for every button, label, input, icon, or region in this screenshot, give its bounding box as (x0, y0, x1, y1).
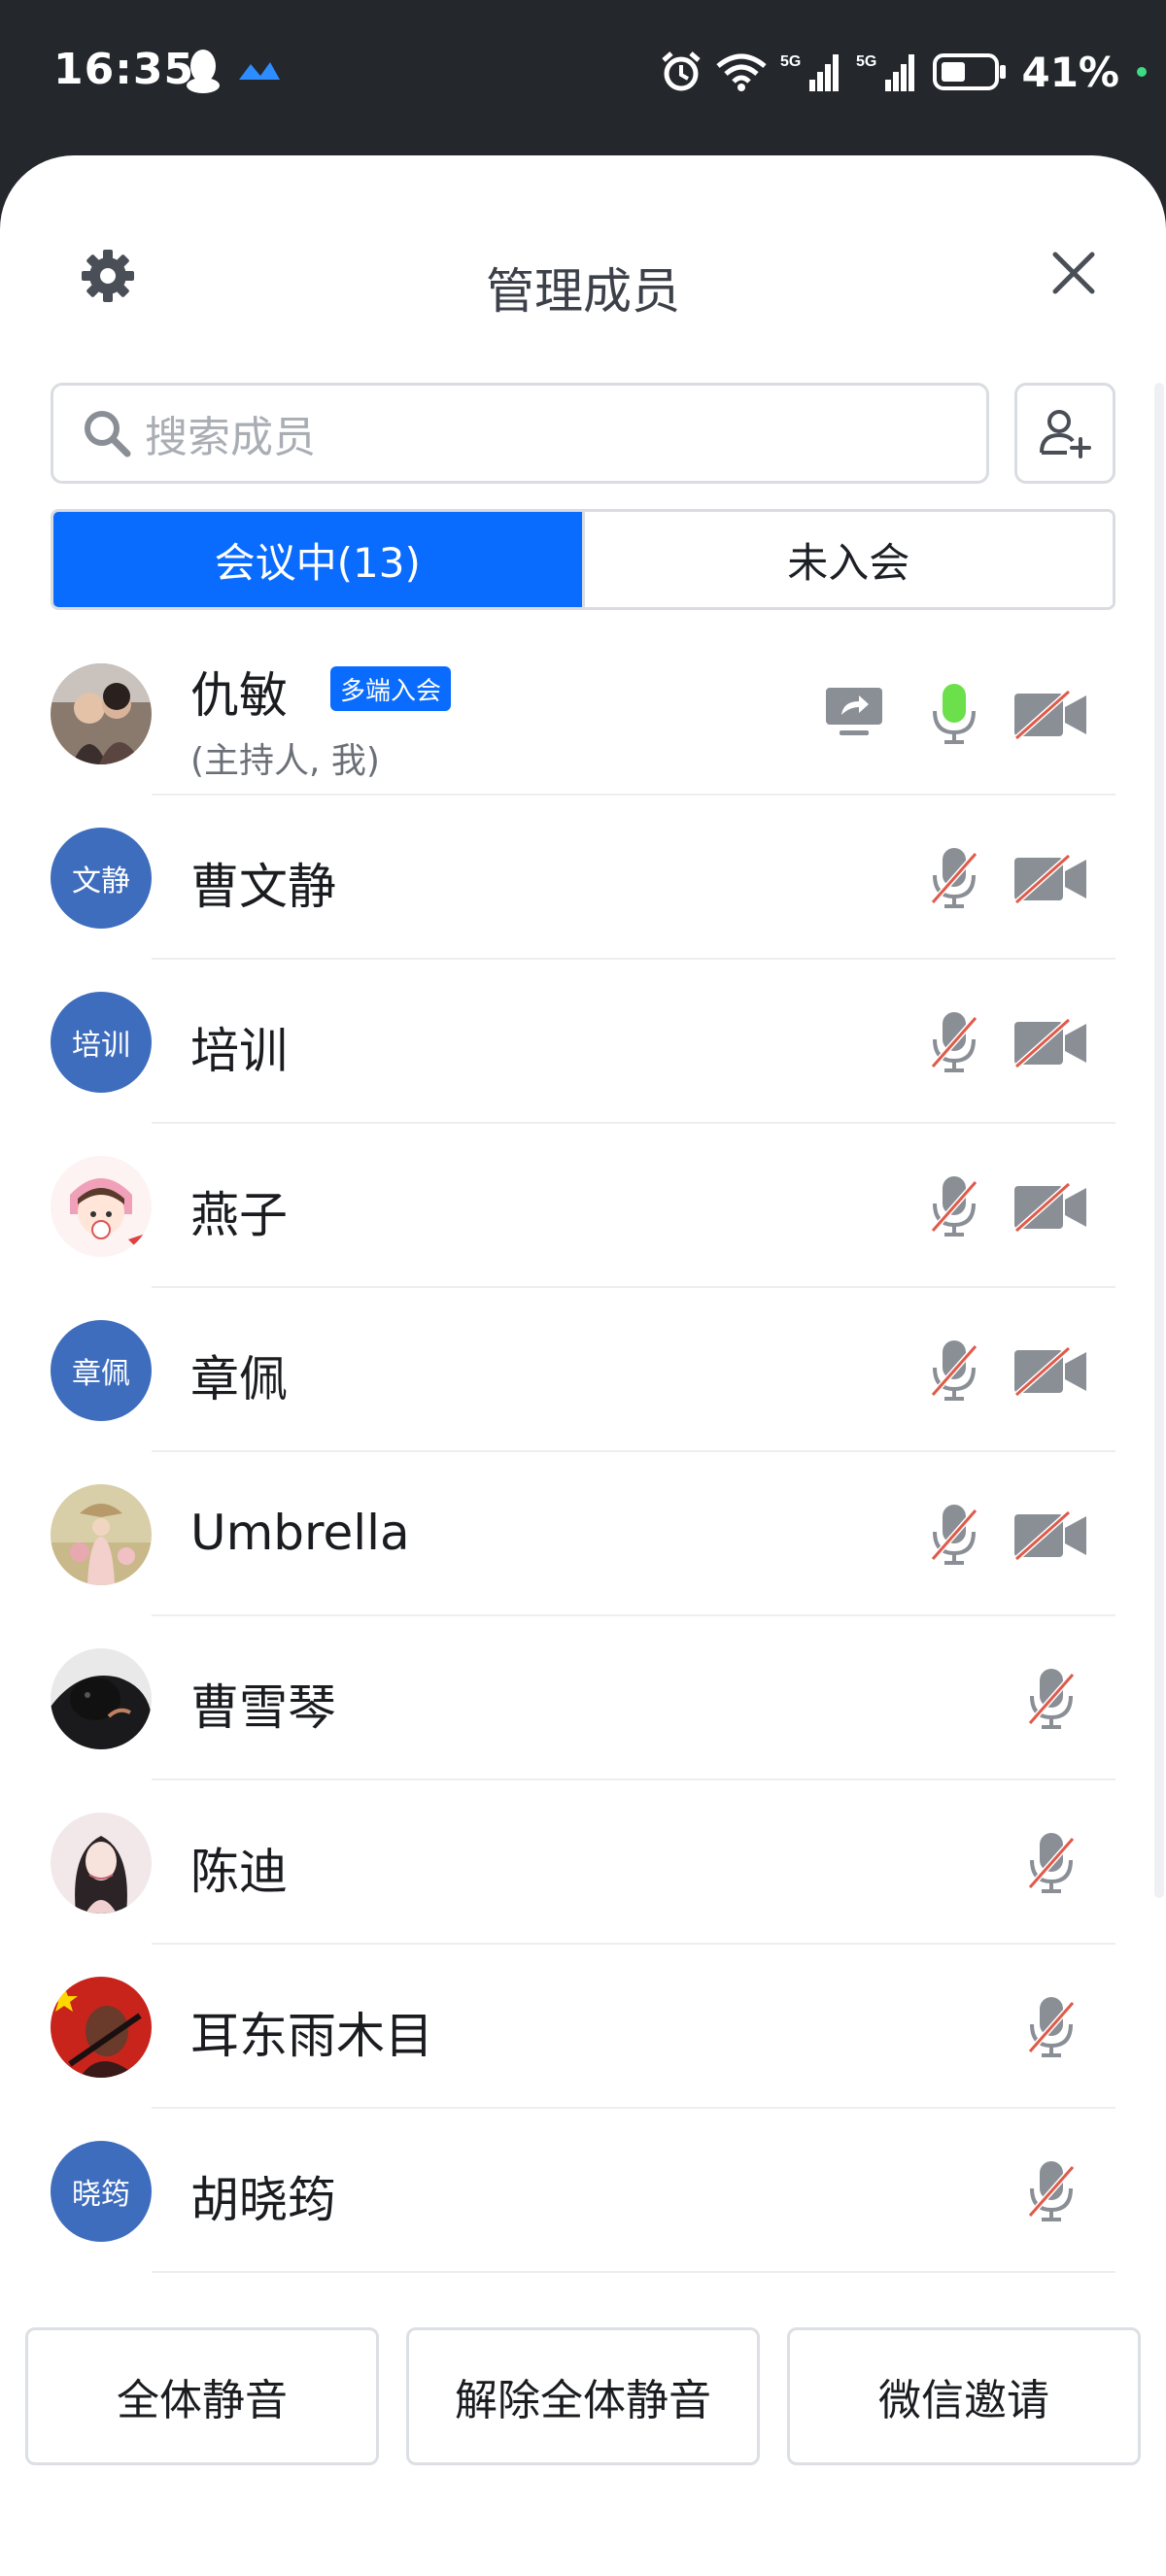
mic-off-icon[interactable] (925, 1010, 983, 1074)
avatar (51, 1156, 152, 1257)
mic-off-icon[interactable] (925, 1503, 983, 1567)
avatar: 章佩 (51, 1320, 152, 1421)
tab-not-joined[interactable]: 未入会 (581, 512, 1113, 607)
avatar (51, 1813, 152, 1914)
member-role: (主持人, 我) (190, 741, 380, 781)
avatar (51, 1484, 152, 1585)
status-bar: 16:35 5G 5G 41% (0, 0, 1166, 155)
avatar: 晓筠 (51, 2141, 152, 2242)
list-item[interactable]: 陈迪 (0, 1780, 1166, 1945)
member-name: 胡晓筠 (190, 2172, 336, 2228)
member-name: 陈迪 (190, 1844, 288, 1900)
row-divider (152, 2271, 1115, 2273)
member-name: 曹雪琴 (190, 1679, 336, 1736)
svg-text:5G: 5G (780, 53, 801, 70)
qq-icon (187, 50, 220, 93)
close-icon[interactable] (1049, 249, 1098, 297)
camera-off-icon[interactable] (1012, 1182, 1088, 1233)
wechat-invite-button[interactable]: 微信邀请 (787, 2327, 1141, 2465)
member-list: 仇敏 多端入会 (主持人, 我) 文静 曹文静 培训 培训 燕子 章佩 章佩 U… (0, 631, 1166, 2273)
camera-off-icon[interactable] (1012, 690, 1088, 740)
avatar: 文静 (51, 828, 152, 929)
member-name: 曹文静 (190, 859, 336, 915)
tab-in-meeting[interactable]: 会议中(13) (53, 512, 582, 607)
mic-off-icon[interactable] (925, 1174, 983, 1238)
search-input[interactable]: 搜索成员 (51, 383, 989, 484)
status-time: 16:35 (53, 45, 195, 94)
member-name: 燕子 (190, 1187, 288, 1243)
search-placeholder: 搜索成员 (145, 413, 316, 462)
unmute-all-button[interactable]: 解除全体静音 (406, 2327, 760, 2465)
list-item[interactable]: 曹雪琴 (0, 1616, 1166, 1780)
member-name: 章佩 (190, 1351, 288, 1407)
camera-off-icon[interactable] (1012, 854, 1088, 904)
multi-device-badge: 多端入会 (330, 666, 452, 711)
camera-off-icon[interactable] (1012, 1510, 1088, 1561)
list-item[interactable]: 文静 曹文静 (0, 796, 1166, 960)
charging-dot (1137, 67, 1147, 77)
mic-off-icon[interactable] (1022, 1995, 1080, 2059)
list-item[interactable]: 培训 培训 (0, 960, 1166, 1124)
avatar: 培训 (51, 992, 152, 1093)
member-name: Umbrella (190, 1505, 410, 1561)
battery-percent: 41% (1021, 48, 1119, 96)
add-user-icon (1040, 410, 1091, 458)
screen-share-icon[interactable] (824, 686, 884, 738)
member-name: 耳东雨木目 (190, 2008, 433, 2064)
status-icons: 5G 5G 41% (660, 43, 1147, 101)
member-tabs: 会议中(13) 未入会 (51, 509, 1115, 610)
wifi-icon (716, 53, 768, 91)
mic-off-icon[interactable] (1022, 1831, 1080, 1895)
mic-off-icon[interactable] (1022, 1667, 1080, 1731)
mic-on-icon[interactable] (925, 682, 983, 746)
action-bar: 全体静音 解除全体静音 微信邀请 (0, 2327, 1166, 2483)
list-item[interactable]: 耳东雨木目 (0, 1945, 1166, 2109)
member-name: 仇敏 (190, 667, 288, 724)
list-item[interactable]: 燕子 (0, 1124, 1166, 1288)
camera-off-icon[interactable] (1012, 1018, 1088, 1068)
avatar (51, 1977, 152, 2078)
signal-5g-icon: 5G (856, 53, 915, 91)
list-item[interactable]: Umbrella (0, 1452, 1166, 1616)
battery-icon (933, 53, 1007, 90)
mic-off-icon[interactable] (925, 1339, 983, 1403)
search-icon (85, 411, 131, 458)
svg-text:5G: 5G (856, 53, 876, 70)
list-item[interactable]: 章佩 章佩 (0, 1288, 1166, 1452)
avatar (51, 1648, 152, 1749)
list-item[interactable]: 仇敏 多端入会 (主持人, 我) (0, 631, 1166, 796)
mute-all-button[interactable]: 全体静音 (25, 2327, 379, 2465)
mic-off-icon[interactable] (925, 846, 983, 910)
alarm-icon (662, 51, 702, 91)
app-icon (239, 62, 280, 80)
avatar (51, 663, 152, 764)
add-member-button[interactable] (1014, 383, 1115, 484)
camera-off-icon[interactable] (1012, 1346, 1088, 1397)
manage-members-sheet: 管理成员 搜索成员 会议中(13) 未入会 仇敏 多端入会 (主持人, 我) 文… (0, 155, 1166, 2576)
member-name: 培训 (190, 1023, 288, 1079)
list-item[interactable]: 晓筠 胡晓筠 (0, 2109, 1166, 2273)
mic-off-icon[interactable] (1022, 2159, 1080, 2223)
signal-5g-icon: 5G (780, 53, 840, 91)
page-title: 管理成员 (486, 263, 680, 320)
